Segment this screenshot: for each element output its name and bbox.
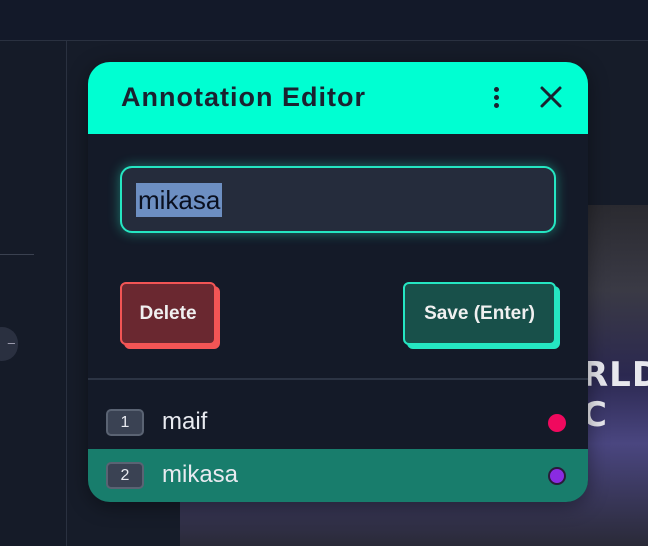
annotation-list-item-1[interactable]: 1 maif bbox=[88, 396, 588, 449]
video-overlay-text: RLD C bbox=[582, 355, 648, 435]
item-number-badge: 1 bbox=[106, 409, 144, 436]
dialog-title: Annotation Editor bbox=[121, 82, 366, 112]
close-icon[interactable] bbox=[536, 82, 566, 112]
sidebar-toggle[interactable]: – bbox=[0, 327, 18, 361]
item-number-badge: 2 bbox=[106, 462, 144, 489]
sidebar-divider bbox=[0, 254, 34, 255]
more-vertical-icon[interactable] bbox=[484, 84, 508, 112]
item-label: maif bbox=[162, 408, 208, 435]
annotation-name-value: mikasa bbox=[136, 183, 223, 217]
left-sidebar: – bbox=[0, 41, 67, 546]
top-bar bbox=[0, 0, 648, 41]
list-divider bbox=[88, 378, 588, 380]
item-label: mikasa bbox=[162, 461, 239, 488]
color-dot bbox=[548, 467, 566, 485]
save-button[interactable]: Save (Enter) bbox=[403, 282, 556, 345]
annotation-name-input[interactable]: mikasa bbox=[120, 166, 556, 233]
delete-button[interactable]: Delete bbox=[120, 282, 216, 345]
annotation-list-item-2[interactable]: 2 mikasa bbox=[88, 449, 588, 502]
dialog-header: Annotation Editor bbox=[88, 62, 588, 134]
color-dot bbox=[548, 414, 566, 432]
annotation-editor-dialog: Annotation Editor mikasa Delete Save (En… bbox=[88, 62, 588, 502]
